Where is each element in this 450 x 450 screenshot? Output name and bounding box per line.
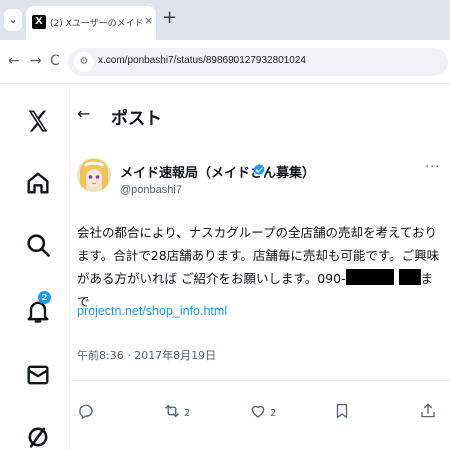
user-handle[interactable]: @ponbashi7: [120, 184, 182, 196]
x-favicon-icon: X: [32, 15, 46, 29]
sidebar: 2: [0, 85, 70, 450]
avatar[interactable]: [77, 158, 111, 192]
bookmark-icon: [333, 402, 351, 424]
redaction-bar: [398, 269, 421, 285]
site-info-icon[interactable]: ⚙: [74, 52, 94, 72]
repost-count: 2: [184, 407, 191, 419]
post-actions: 2 2: [71, 402, 450, 426]
verified-badge-icon: [252, 162, 266, 176]
tab-close-icon[interactable]: ×: [144, 14, 153, 27]
browser-tab[interactable]: X (2) Xユーザーのメイド速報局（メイド ×: [26, 6, 156, 40]
post-header: ← ポスト: [71, 85, 450, 145]
browser-tab-bar: ⌄ X (2) Xユーザーのメイド速報局（メイド × +: [0, 0, 450, 40]
reply-icon: [77, 402, 95, 424]
post-text: 会社の都合により、ナスカグループの全店舗の売却を考えております。合計で28店舗あ…: [77, 221, 445, 313]
reload-icon[interactable]: C: [50, 53, 60, 69]
messages-envelope-icon[interactable]: [24, 361, 52, 389]
divider: [71, 380, 450, 381]
x-logo-icon[interactable]: [24, 107, 52, 135]
notification-badge: 2: [38, 291, 51, 304]
notifications-bell-icon[interactable]: 2: [24, 291, 52, 325]
heart-icon: [249, 402, 267, 424]
more-options-icon[interactable]: ···: [425, 161, 440, 174]
post-timestamp[interactable]: 午前8:36 · 2017年8月19日: [77, 347, 216, 363]
back-arrow-icon[interactable]: ←: [8, 53, 20, 69]
bookmark-button[interactable]: [333, 402, 351, 424]
share-icon: [419, 402, 437, 424]
back-arrow-icon[interactable]: ←: [77, 105, 90, 123]
share-button[interactable]: [419, 402, 437, 424]
post-link[interactable]: projectn.net/shop_info.html: [77, 304, 227, 318]
forward-arrow-icon[interactable]: →: [30, 53, 42, 69]
tab-search-chevron-icon[interactable]: ⌄: [4, 9, 22, 31]
home-icon[interactable]: [24, 169, 52, 197]
reply-button[interactable]: [77, 402, 98, 424]
repost-icon: [163, 402, 181, 424]
page-title: ポスト: [111, 109, 162, 129]
search-icon[interactable]: [24, 231, 52, 259]
display-name[interactable]: メイド速報局（メイドさん募集）: [120, 162, 315, 181]
redaction-bar: [345, 269, 394, 285]
new-tab-button[interactable]: +: [162, 8, 177, 28]
address-bar[interactable]: ⚙ x.com/ponbashi7/status/898690127932801…: [68, 48, 448, 76]
like-button[interactable]: 2: [249, 402, 276, 424]
tab-title: (2) Xユーザーのメイド速報局（メイド: [50, 19, 142, 29]
url-text[interactable]: x.com/ponbashi7/status/89869012793280102…: [98, 55, 306, 66]
repost-button[interactable]: 2: [163, 402, 190, 424]
browser-toolbar: ← → C ⚙ x.com/ponbashi7/status/898690127…: [0, 40, 450, 84]
like-count: 2: [270, 407, 277, 419]
post-detail-column: ← ポスト メイド速報局（メイドさん募集） @ponbashi7 ··· 会社の…: [71, 85, 450, 450]
grok-icon[interactable]: [24, 423, 52, 450]
